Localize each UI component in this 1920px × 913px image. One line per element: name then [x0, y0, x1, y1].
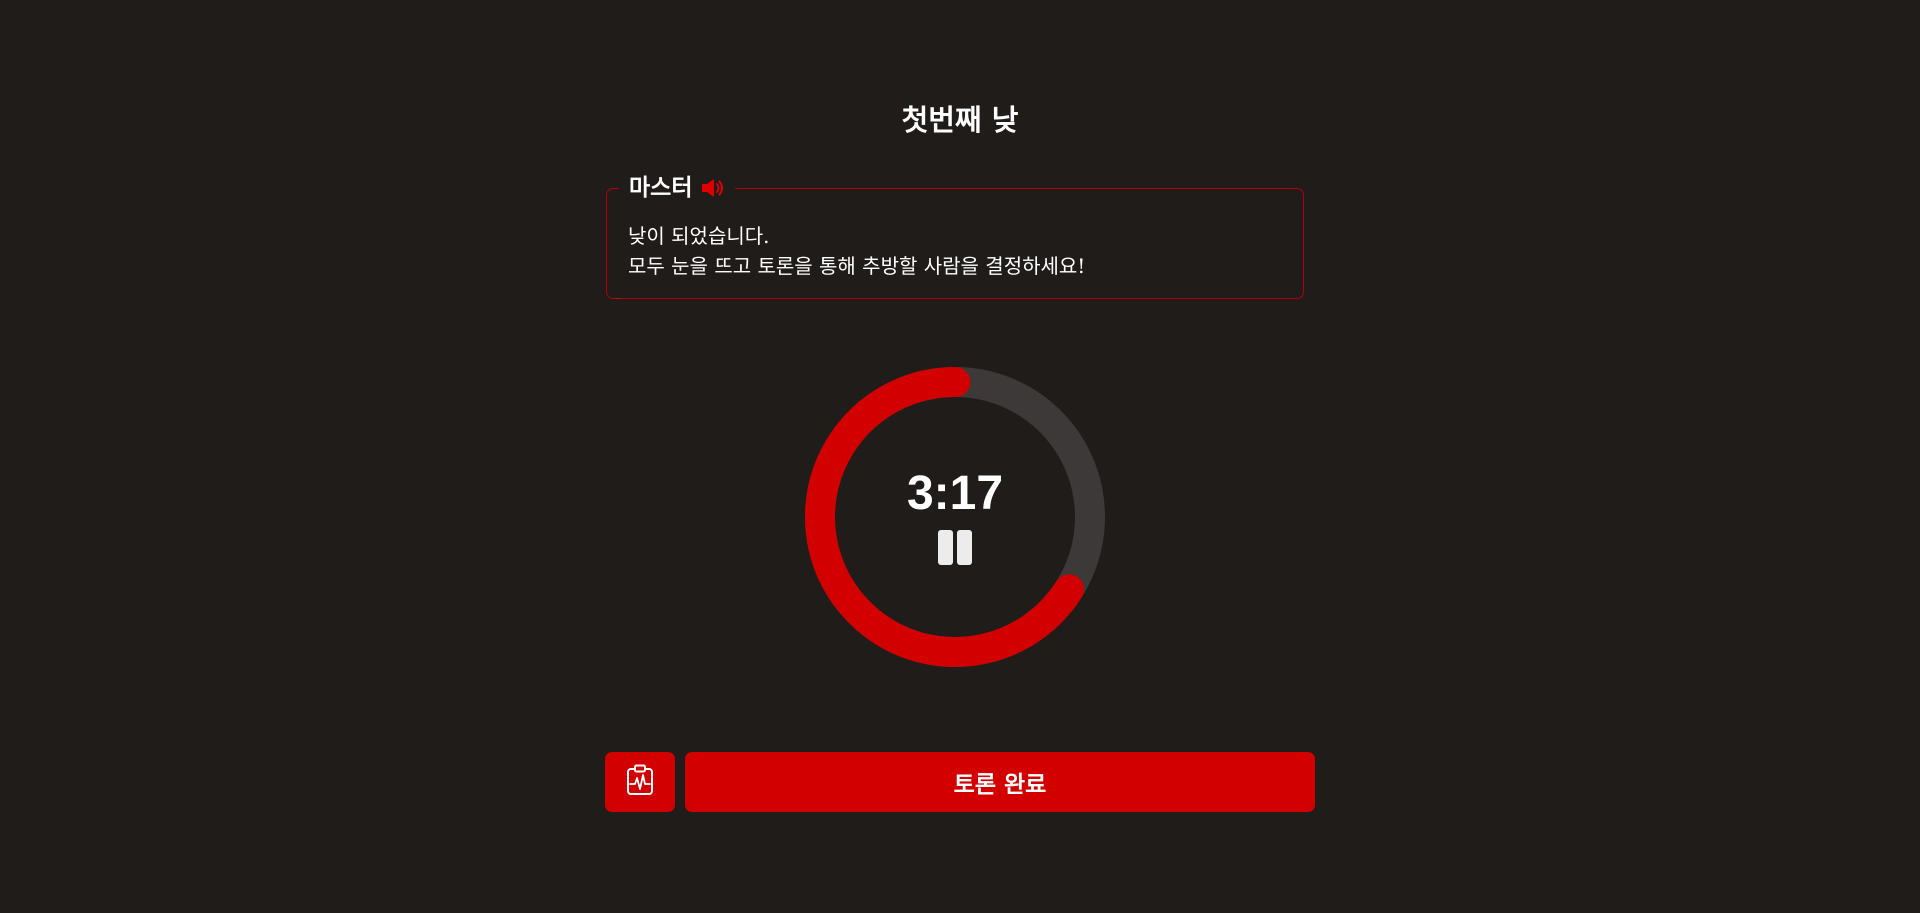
pause-button[interactable]	[935, 527, 975, 567]
finish-discussion-label: 토론 완료	[953, 772, 1047, 798]
finish-discussion-button[interactable]: 토론 완료	[685, 752, 1315, 812]
master-message-box: 마스터 낮이 되었습니다. 모두 눈을 뜨고 토론을 통해 추방할 사람을 결정…	[606, 170, 1304, 299]
master-message: 낮이 되었습니다. 모두 눈을 뜨고 토론을 통해 추방할 사람을 결정하세요!	[628, 221, 1283, 281]
timer: 3:17	[804, 366, 1106, 668]
message-line: 낮이 되었습니다.	[628, 224, 770, 248]
report-button[interactable]	[605, 752, 675, 812]
message-line: 모두 눈을 뜨고 토론을 통해 추방할 사람을 결정하세요!	[628, 254, 1086, 278]
page-title: 첫번째 낮	[901, 103, 1019, 137]
master-name: 마스터	[629, 175, 693, 201]
clipboard-pulse-icon	[626, 764, 654, 800]
master-header: 마스터	[619, 170, 736, 206]
timer-display: 3:17	[906, 467, 1004, 520]
pause-icon-bar	[957, 529, 972, 565]
pause-icon	[938, 529, 953, 565]
speaker-icon[interactable]	[701, 178, 725, 198]
